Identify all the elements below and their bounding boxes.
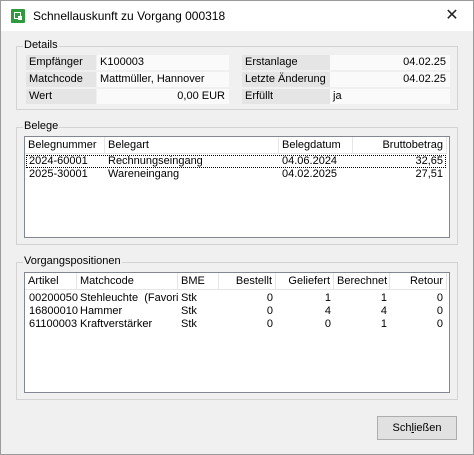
geliefert-cell: 1 (324, 292, 331, 304)
berechnet-cell: 4 (380, 305, 387, 317)
bme-cell: Stk (181, 292, 197, 304)
positionen-col-retour[interactable]: Retour (390, 273, 447, 290)
table-row[interactable]: 2024-60001 Rechnungseingang 04.06.2024 3… (26, 155, 446, 168)
artikel-cell: 00200050 (29, 292, 78, 304)
positionen-list[interactable]: Artikel Matchcode BME Bestellt Geliefert… (24, 272, 450, 393)
bme-cell: Stk (181, 305, 197, 317)
retour-cell: 0 (436, 292, 443, 304)
app-icon (11, 9, 25, 23)
wert-value: 0,00 EUR (97, 89, 229, 104)
matchcode-value: Mattmüller, Hannover (97, 72, 229, 87)
belege-col-belegart[interactable]: Belegart (105, 137, 279, 154)
artikel-cell: 61100003 (29, 318, 78, 330)
table-row[interactable]: 2025-30001 Wareneingang 04.02.2025 27,51 (26, 168, 446, 181)
details-group: Details Empfänger K100003 Matchcode Matt… (16, 39, 458, 110)
letzte-aenderung-label: Letzte Änderung (242, 72, 330, 87)
belegdatum-cell: 04.06.2024 (282, 155, 338, 167)
positionen-col-matchcode[interactable]: Matchcode (77, 273, 178, 290)
matchcode-cell: Kraftverstärker (80, 318, 153, 330)
matchcode-cell: Stehleuchte (Favori (80, 292, 178, 304)
erfuellt-value: ja (330, 89, 450, 104)
belege-col-belegnummer[interactable]: Belegnummer (25, 137, 105, 154)
positionen-col-berechnet[interactable]: Berechnet (334, 273, 390, 290)
belege-list[interactable]: Belegnummer Belegart Belegdatum Bruttobe… (24, 136, 450, 238)
belegdatum-cell: 04.02.2025 (282, 168, 338, 180)
geliefert-cell: 4 (324, 305, 331, 317)
matchcode-label: Matchcode (26, 72, 96, 87)
bestellt-cell: 0 (266, 292, 273, 304)
berechnet-cell: 1 (380, 292, 387, 304)
belege-legend: Belege (23, 120, 60, 132)
schliessen-label-suffix: ießen (413, 422, 442, 434)
dialog-window: Schnellauskunft zu Vorgang 000318 ✕ Deta… (0, 0, 474, 455)
empfaenger-label: Empfänger (26, 55, 96, 70)
artikel-cell: 16800010 (29, 305, 78, 317)
positionen-col-artikel[interactable]: Artikel (25, 273, 77, 290)
details-legend: Details (23, 39, 59, 51)
letzte-aenderung-value: 04.02.25 (330, 72, 450, 87)
bme-cell: Stk (181, 318, 197, 330)
matchcode-cell: Hammer (80, 305, 123, 317)
table-row[interactable]: 00200050 Stehleuchte (Favori Stk 0 1 1 0 (26, 292, 446, 305)
table-row[interactable]: 61100003 Kraftverstärker Stk 0 0 1 0 (26, 318, 446, 331)
title-bar: Schnellauskunft zu Vorgang 000318 ✕ (1, 1, 473, 31)
belege-group: Belege Belegnummer Belegart Belegdatum B… (16, 120, 458, 245)
bruttobetrag-cell: 27,51 (415, 168, 443, 180)
bestellt-cell: 0 (266, 318, 273, 330)
bruttobetrag-cell: 32,65 (415, 155, 443, 167)
belegart-cell: Rechnungseingang (108, 155, 203, 167)
wert-label: Wert (26, 89, 96, 104)
berechnet-cell: 1 (380, 318, 387, 330)
retour-cell: 0 (436, 318, 443, 330)
geliefert-cell: 0 (324, 318, 331, 330)
belege-col-bruttobetrag[interactable]: Bruttobetrag (353, 137, 447, 154)
erstanlage-label: Erstanlage (242, 55, 330, 70)
schliessen-button[interactable]: Schließen (377, 416, 457, 440)
empfaenger-value: K100003 (97, 55, 229, 70)
vorgangspositionen-legend: Vorgangspositionen (23, 255, 122, 267)
retour-cell: 0 (436, 305, 443, 317)
bestellt-cell: 0 (266, 305, 273, 317)
schliessen-label-prefix: Sch (392, 422, 412, 434)
table-row[interactable]: 16800010 Hammer Stk 0 4 4 0 (26, 305, 446, 318)
positionen-col-bestellt[interactable]: Bestellt (219, 273, 276, 290)
erfuellt-label: Erfüllt (242, 89, 330, 104)
belege-col-belegdatum[interactable]: Belegdatum (279, 137, 353, 154)
vorgangspositionen-group: Vorgangspositionen Artikel Matchcode BME… (16, 255, 458, 400)
belegnummer-cell: 2024-60001 (29, 155, 88, 167)
erstanlage-value: 04.02.25 (330, 55, 450, 70)
positionen-col-bme[interactable]: BME (178, 273, 219, 290)
positionen-col-geliefert[interactable]: Geliefert (276, 273, 334, 290)
belegart-cell: Wareneingang (108, 168, 180, 180)
window-title: Schnellauskunft zu Vorgang 000318 (33, 9, 226, 23)
close-window-icon[interactable]: ✕ (437, 5, 467, 27)
belegnummer-cell: 2025-30001 (29, 168, 88, 180)
